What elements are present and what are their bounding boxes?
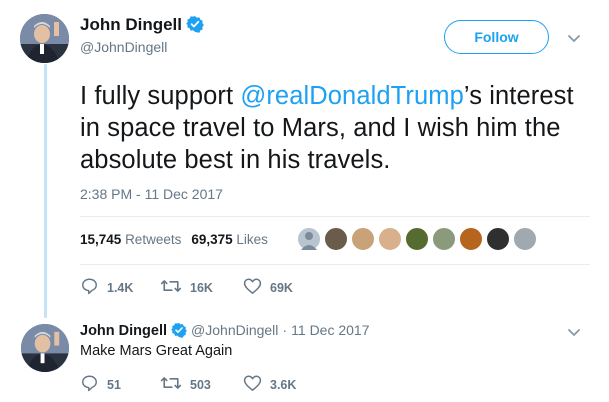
retweets-count: 15,745 [80, 232, 122, 247]
author-avatar[interactable] [20, 14, 69, 63]
heart-icon [243, 374, 270, 395]
like-action[interactable]: 3.6K [243, 374, 296, 395]
reply-action[interactable]: 51 [80, 374, 121, 395]
reply-date[interactable]: 11 Dec 2017 [291, 322, 369, 338]
likes-count: 69,375 [191, 232, 233, 247]
retweet-count: 16K [190, 280, 213, 295]
liker-avatar[interactable] [486, 227, 510, 251]
retweet-icon [160, 374, 190, 395]
chevron-down-icon[interactable] [567, 31, 581, 49]
engagement-stats: 15,745 Retweets 69,375 Likes [80, 232, 268, 247]
reply-handle[interactable]: @JohnDingell [191, 322, 278, 338]
follow-button[interactable]: Follow [444, 20, 549, 54]
verified-badge-icon [171, 322, 187, 342]
liker-avatar[interactable] [297, 227, 321, 251]
heart-icon [243, 277, 270, 298]
retweets-stat[interactable]: 15,745 Retweets [80, 232, 181, 247]
reply-author-name[interactable]: John Dingell [80, 323, 167, 339]
like-action[interactable]: 69K [243, 277, 293, 298]
reply-count: 51 [107, 377, 121, 392]
liker-avatar[interactable] [351, 227, 375, 251]
author-name-text[interactable]: John Dingell [80, 15, 182, 34]
thread-connector-line [44, 64, 47, 318]
tweet-text: I fully support @realDonaldTrump’s inter… [80, 80, 600, 176]
liker-avatar[interactable] [432, 227, 456, 251]
liker-avatar[interactable] [405, 227, 429, 251]
verified-badge-icon [186, 15, 204, 38]
reply-icon [80, 277, 107, 298]
reply-separator: · [282, 322, 288, 338]
likes-stat[interactable]: 69,375 Likes [191, 232, 268, 247]
retweet-action[interactable]: 16K [160, 277, 213, 298]
like-count: 69K [270, 280, 293, 295]
liker-avatar[interactable] [378, 227, 402, 251]
liker-avatar[interactable] [459, 227, 483, 251]
retweets-label: Retweets [125, 232, 182, 247]
likes-label: Likes [236, 232, 268, 247]
reply-text: Make Mars Great Again [80, 343, 233, 359]
reply-icon [80, 374, 107, 395]
reply-action[interactable]: 1.4K [80, 277, 133, 298]
chevron-down-icon[interactable] [567, 325, 581, 343]
tweet-timestamp[interactable]: 2:38 PM - 11 Dec 2017 [80, 186, 223, 202]
reply-count: 1.4K [107, 280, 134, 295]
tweet-text-start: I fully support [80, 82, 241, 110]
divider [80, 216, 590, 217]
author-name[interactable]: John Dingell [80, 15, 204, 38]
liker-avatar[interactable] [513, 227, 537, 251]
author-handle[interactable]: @JohnDingell [80, 39, 167, 55]
mention-link[interactable]: @realDonaldTrump [240, 82, 464, 110]
liker-avatar[interactable] [324, 227, 348, 251]
like-count: 3.6K [270, 377, 297, 392]
reply-header: John Dingell @JohnDingell · 11 Dec 2017 [80, 322, 370, 342]
divider [80, 264, 590, 265]
retweet-action[interactable]: 503 [160, 374, 211, 395]
retweet-icon [160, 277, 190, 298]
reply-author-avatar[interactable] [21, 324, 69, 372]
retweet-count: 503 [190, 377, 211, 392]
